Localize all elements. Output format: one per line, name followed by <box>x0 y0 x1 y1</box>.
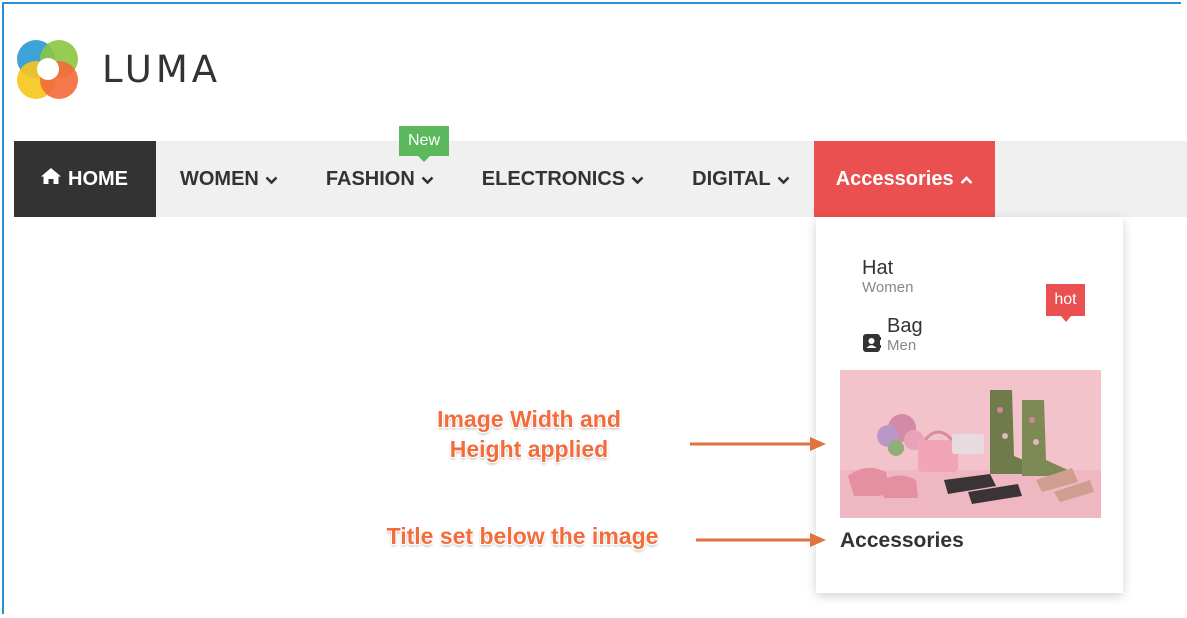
dropdown-item-hat[interactable]: Hat Women <box>862 257 913 296</box>
chevron-down-icon <box>265 168 278 191</box>
annotation-title-below: Title set below the image <box>386 523 659 549</box>
brand-name: LUMA <box>102 47 222 91</box>
dropdown-item-subtitle: Men <box>887 337 917 354</box>
nav-item-digital[interactable]: DIGITAL <box>668 141 814 217</box>
nav-item-home[interactable]: HOME <box>14 141 156 217</box>
nav-item-accessories[interactable]: Accessories <box>813 141 995 217</box>
dropdown-item-subtitle: Women <box>862 279 914 296</box>
nav-label-women: WOMEN <box>180 167 259 190</box>
main-navigation: HOME WOMEN FASHION ELECTRONICS DIGITAL A… <box>14 141 1187 217</box>
accessories-image[interactable] <box>840 370 1101 518</box>
hot-badge: hot <box>1046 284 1085 322</box>
arrow-right-icon <box>696 533 826 547</box>
chevron-down-icon <box>631 168 644 191</box>
dropdown-item-title: Bag <box>887 315 923 337</box>
nav-label-electronics: ELECTRONICS <box>481 167 626 190</box>
brand-logo[interactable]: LUMA <box>14 35 221 103</box>
nav-label-digital: DIGITAL <box>692 167 771 190</box>
chevron-up-icon <box>960 168 973 191</box>
nav-item-electronics[interactable]: ELECTRONICS <box>458 141 668 217</box>
nav-item-women[interactable]: WOMEN <box>156 141 302 217</box>
nav-label-fashion: FASHION <box>325 167 415 190</box>
arrow-right-icon <box>690 437 826 451</box>
accessories-dropdown: Hat Women hot Bag Men Accessories <box>816 217 1123 593</box>
new-badge: New <box>399 126 449 162</box>
nav-label-accessories: Accessories <box>835 167 954 190</box>
home-icon <box>40 167 62 191</box>
contact-book-icon <box>862 333 881 358</box>
dropdown-item-title: Hat <box>862 257 894 279</box>
nav-label-home: HOME <box>68 167 128 190</box>
annotation-image-size: Image Width and Height applied <box>437 406 621 462</box>
image-caption: Accessories <box>840 529 964 552</box>
chevron-down-icon <box>777 168 790 191</box>
dropdown-item-bag[interactable]: Bag Men <box>862 315 923 358</box>
chevron-down-icon <box>421 168 434 191</box>
luma-logo-icon <box>17 40 78 99</box>
